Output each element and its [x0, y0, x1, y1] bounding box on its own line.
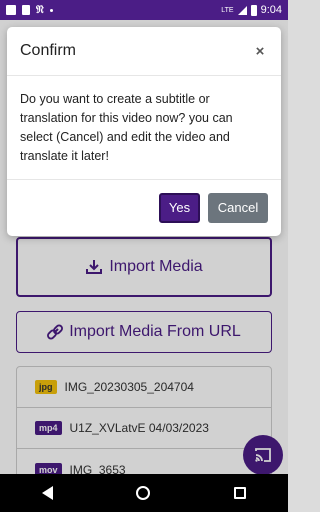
dialog-footer: Yes Cancel [7, 180, 281, 235]
close-icon[interactable]: × [252, 43, 268, 60]
notification-dot-icon [49, 8, 53, 12]
dialog-title: Confirm [20, 42, 77, 59]
yes-button[interactable]: Yes [159, 192, 200, 223]
battery-icon [250, 4, 257, 16]
signal-icon [237, 5, 247, 15]
nyt-icon: 𝔑 [36, 3, 44, 16]
navigation-bar [0, 474, 288, 512]
clock: 9:04 [260, 4, 282, 16]
back-icon[interactable] [41, 486, 53, 500]
gmail-icon [6, 5, 16, 15]
confirm-dialog: Confirm × Do you want to create a subtit… [7, 27, 281, 236]
home-icon[interactable] [136, 486, 151, 500]
network-type: LTE [221, 6, 234, 14]
status-bar: 𝔑 LTE 9:04 [0, 0, 288, 20]
cancel-button[interactable]: Cancel [208, 192, 268, 223]
recents-icon[interactable] [234, 487, 247, 499]
sd-card-icon [22, 5, 30, 15]
dialog-message: Do you want to create a subtitle or tran… [7, 76, 281, 180]
dialog-header: Confirm × [7, 27, 281, 76]
